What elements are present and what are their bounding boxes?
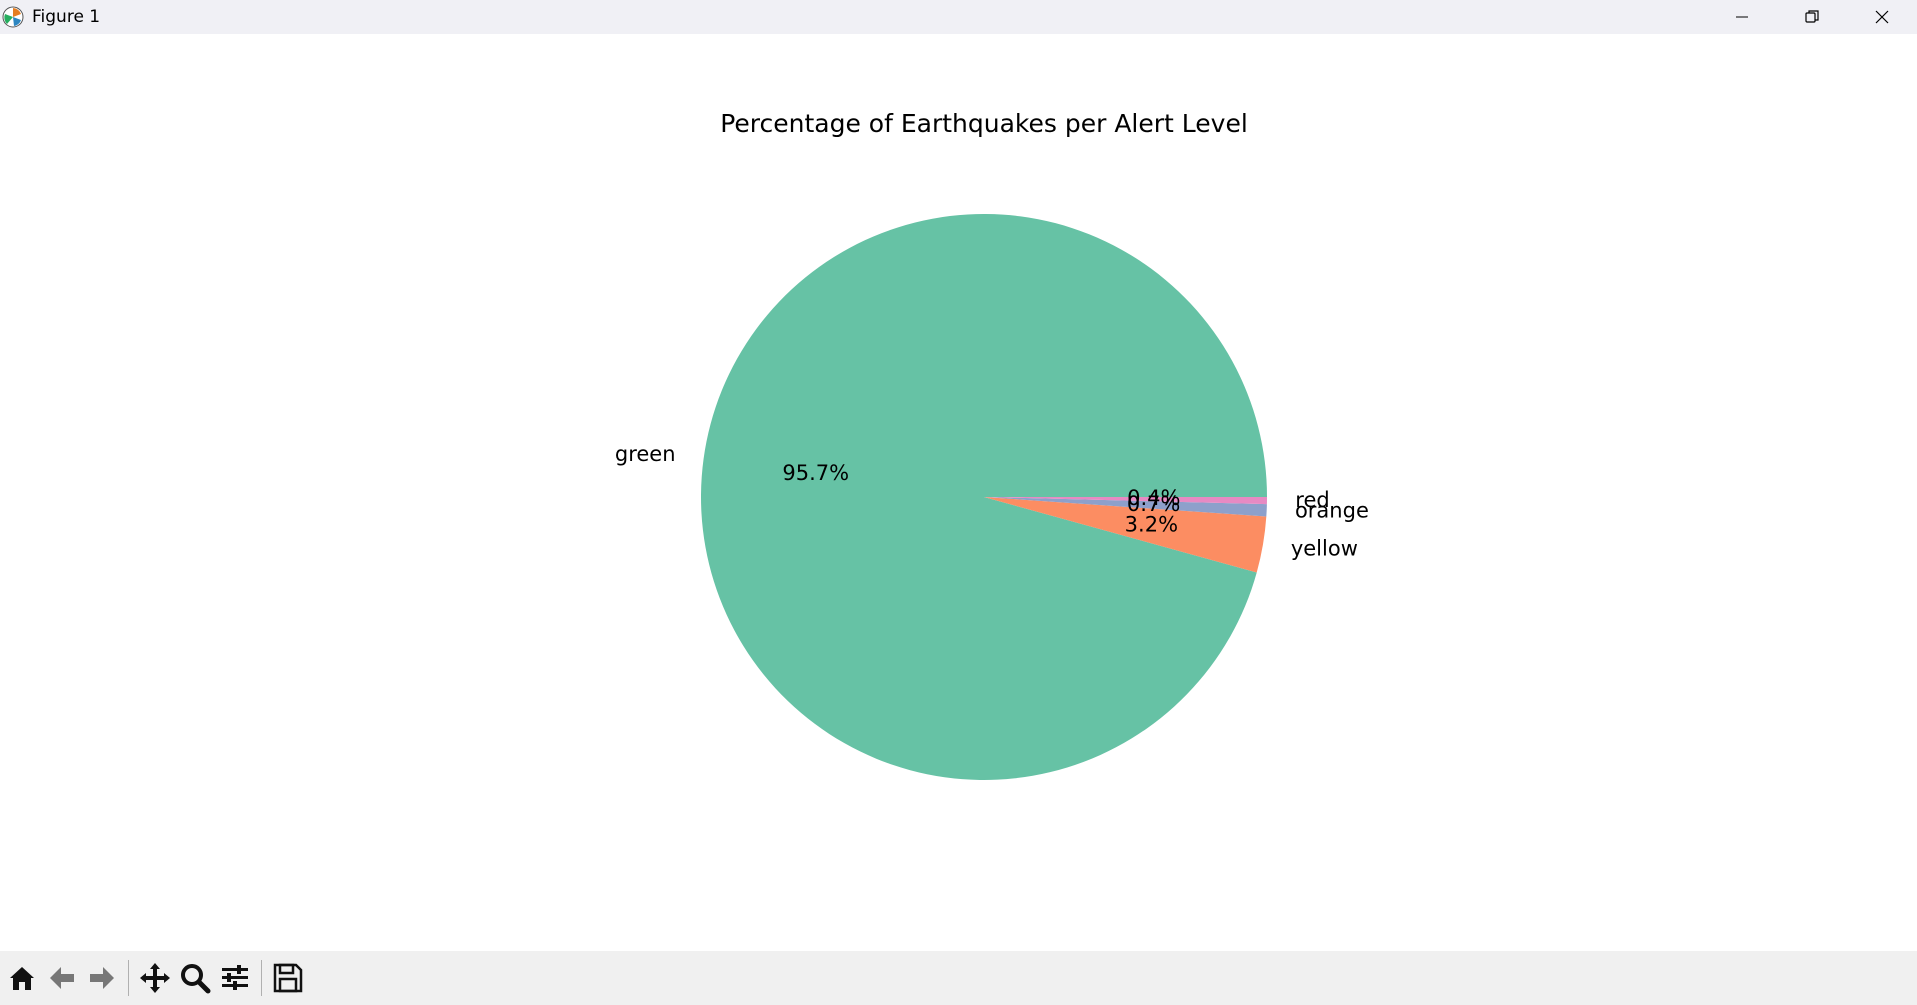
pie-label-yellow: yellow <box>1291 537 1358 561</box>
matplotlib-icon <box>0 4 26 30</box>
chart-title: Percentage of Earthquakes per Alert Leve… <box>720 109 1248 138</box>
toolbar-separator <box>261 960 262 996</box>
pie-percent-red: 0.4% <box>1127 486 1180 510</box>
pie-label-green: green <box>615 442 676 466</box>
pie-chart: Percentage of Earthquakes per Alert Leve… <box>615 109 1369 781</box>
restore-icon <box>1805 10 1819 23</box>
back-button[interactable] <box>42 956 82 1000</box>
minimize-button[interactable] <box>1707 0 1777 34</box>
window-titlebar: Figure 1 <box>0 0 1917 34</box>
zoom-button[interactable] <box>175 956 215 1000</box>
close-icon <box>1875 10 1889 24</box>
configure-subplots-button[interactable] <box>215 956 255 1000</box>
toolbar-separator <box>128 960 129 996</box>
save-button[interactable] <box>268 956 308 1000</box>
figure-canvas: Percentage of Earthquakes per Alert Leve… <box>0 34 1917 951</box>
window-controls <box>1707 0 1917 34</box>
zoom-magnifier-icon <box>181 964 211 994</box>
home-icon <box>10 967 34 990</box>
restore-button[interactable] <box>1777 0 1847 34</box>
save-figure-icon <box>273 963 303 993</box>
home-button[interactable] <box>2 956 42 1000</box>
window-title: Figure 1 <box>32 7 101 27</box>
navigation-toolbar <box>0 951 1917 1005</box>
configure-subplots-icon <box>222 965 248 990</box>
back-arrow-icon <box>50 967 74 989</box>
forward-button[interactable] <box>82 956 122 1000</box>
forward-arrow-icon <box>90 967 114 989</box>
pie-label-red: red <box>1295 488 1329 512</box>
pie-percent-yellow: 3.2% <box>1125 513 1178 537</box>
pie-percent-green: 95.7% <box>782 461 849 485</box>
pie-slices <box>701 214 1267 781</box>
pan-move-icon <box>140 963 170 993</box>
minimize-icon <box>1736 16 1748 18</box>
pan-button[interactable] <box>135 956 175 1000</box>
close-button[interactable] <box>1847 0 1917 34</box>
